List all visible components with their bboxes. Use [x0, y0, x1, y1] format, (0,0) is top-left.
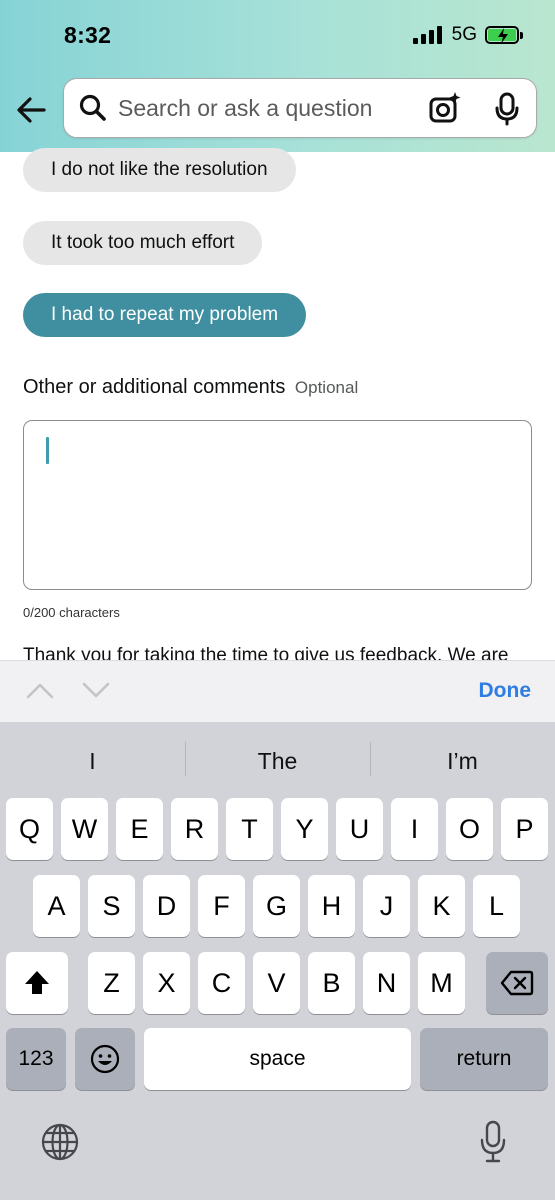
key-y[interactable]: Y	[281, 798, 328, 860]
prediction-3[interactable]: I’m	[370, 742, 555, 780]
key-r[interactable]: R	[171, 798, 218, 860]
key-a[interactable]: A	[33, 875, 80, 937]
keyboard: I The I’m Q W E R T Y U I O P A S D F G …	[0, 722, 555, 1200]
chevron-down-icon[interactable]	[82, 681, 110, 699]
key-k[interactable]: K	[418, 875, 465, 937]
dictation-mic-icon[interactable]	[478, 1120, 508, 1164]
numbers-key[interactable]: 123	[6, 1028, 66, 1090]
space-key[interactable]: space	[144, 1028, 411, 1090]
feedback-option-resolution[interactable]: I do not like the resolution	[23, 148, 296, 192]
key-m[interactable]: M	[418, 952, 465, 1014]
status-time: 8:32	[64, 22, 112, 48]
key-g[interactable]: G	[253, 875, 300, 937]
prediction-2[interactable]: The	[185, 742, 370, 780]
key-l[interactable]: L	[473, 875, 520, 937]
search-input[interactable]	[116, 87, 406, 129]
optional-label: Optional	[294, 378, 359, 397]
key-q[interactable]: Q	[6, 798, 53, 860]
emoji-key[interactable]	[75, 1028, 135, 1090]
comments-textarea[interactable]	[23, 420, 532, 590]
key-d[interactable]: D	[143, 875, 190, 937]
key-i[interactable]: I	[391, 798, 438, 860]
key-c[interactable]: C	[198, 952, 245, 1014]
search-bar[interactable]	[63, 78, 537, 138]
thank-you-text: Thank you for taking the time to give us…	[23, 645, 509, 660]
key-h[interactable]: H	[308, 875, 355, 937]
key-u[interactable]: U	[336, 798, 383, 860]
signal-icon	[412, 26, 442, 44]
key-s[interactable]: S	[88, 875, 135, 937]
comments-label: Other or additional comments Optional	[23, 376, 359, 398]
globe-icon[interactable]	[40, 1122, 80, 1162]
feedback-option-repeat[interactable]: I had to repeat my problem	[23, 293, 307, 337]
key-j[interactable]: J	[363, 875, 410, 937]
keyboard-accessory-bar: Done	[0, 660, 555, 722]
key-f[interactable]: F	[198, 875, 245, 937]
network-type: 5G	[451, 24, 477, 45]
status-icons: 5G	[412, 24, 523, 46]
key-b[interactable]: B	[308, 952, 355, 1014]
key-v[interactable]: V	[253, 952, 300, 1014]
shift-icon	[25, 971, 49, 994]
key-e[interactable]: E	[116, 798, 163, 860]
camera-search-icon[interactable]	[428, 91, 462, 125]
microphone-icon[interactable]	[494, 92, 520, 126]
key-p[interactable]: P	[501, 798, 548, 860]
battery-charging-icon	[485, 26, 523, 44]
back-arrow-icon[interactable]	[14, 92, 50, 128]
key-n[interactable]: N	[363, 952, 410, 1014]
key-w[interactable]: W	[61, 798, 108, 860]
prediction-1[interactable]: I	[0, 742, 185, 780]
emoji-icon	[90, 1044, 120, 1074]
key-t[interactable]: T	[226, 798, 273, 860]
app-header: 8:32 5G	[0, 0, 555, 152]
key-z[interactable]: Z	[88, 952, 135, 1014]
shift-key[interactable]	[6, 952, 68, 1014]
character-count: 0/200 characters	[23, 605, 120, 620]
key-x[interactable]: X	[143, 952, 190, 1014]
search-icon	[79, 94, 106, 121]
backspace-key[interactable]	[486, 952, 548, 1014]
backspace-icon	[500, 970, 534, 996]
feedback-option-effort[interactable]: It took too much effort	[23, 221, 263, 265]
done-button[interactable]: Done	[479, 679, 532, 703]
key-o[interactable]: O	[446, 798, 493, 860]
chevron-up-icon[interactable]	[26, 681, 54, 699]
text-caret	[46, 437, 49, 464]
return-key[interactable]: return	[420, 1028, 548, 1090]
